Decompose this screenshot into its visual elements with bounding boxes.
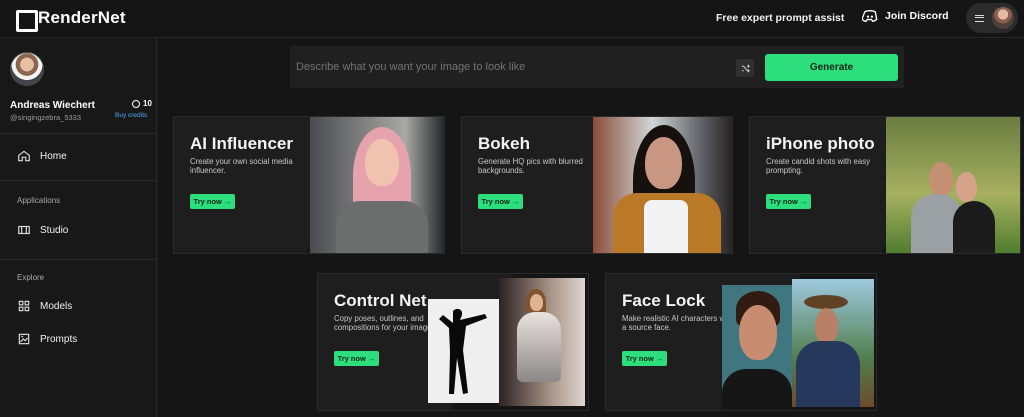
control-net-card[interactable]: Control Net Copy poses, outlines, and co… <box>317 273 589 411</box>
bokeh-face-shape <box>645 137 682 189</box>
try-now-button[interactable]: Try now → <box>766 194 811 209</box>
menu-icon <box>975 14 984 22</box>
sidebar-divider <box>0 259 157 260</box>
try-now-button[interactable]: Try now → <box>190 194 235 209</box>
models-icon <box>18 300 30 312</box>
iphone-photo-card[interactable]: iPhone photo Create candid shots with ea… <box>749 116 1021 254</box>
rendernet-logo-icon <box>16 10 38 32</box>
generate-button[interactable]: Generate <box>765 54 898 81</box>
user-menu-button[interactable] <box>966 3 1018 33</box>
sidebar-item-studio[interactable]: Studio <box>17 223 68 237</box>
buy-credits-link[interactable]: Buy credits <box>115 112 147 119</box>
card-description: Create your own social media influencer. <box>190 157 293 175</box>
bokeh-card[interactable]: Bokeh Generate HQ pics with blurred back… <box>461 116 733 254</box>
sidebar-item-label: Studio <box>40 224 69 236</box>
sidebar-divider <box>0 133 157 134</box>
face-lock-result-image <box>792 279 874 407</box>
influencer-top-shape <box>336 201 428 253</box>
sidebar-item-label: Models <box>40 300 73 312</box>
card-title: AI Influencer <box>190 134 293 153</box>
sidebar-item-label: Prompts <box>40 333 78 345</box>
card-description: Generate HQ pics with blurred background… <box>478 157 583 175</box>
credit-coin-icon <box>132 99 140 108</box>
sidebar-divider <box>0 180 157 181</box>
card-title: iPhone photo <box>766 134 875 153</box>
card-title: Face Lock <box>622 291 706 310</box>
brand-name: RenderNet <box>38 8 126 27</box>
try-now-button[interactable]: Try now → <box>622 351 667 366</box>
join-discord-link[interactable]: Join Discord <box>862 9 949 23</box>
shuffle-icon <box>741 64 750 72</box>
cowboy-jacket-shape <box>796 341 860 407</box>
source-face-image <box>722 285 792 410</box>
control-net-dancer-image <box>499 278 585 406</box>
sidebar-item-models[interactable]: Models <box>17 299 72 313</box>
dancer-face-shape <box>530 294 543 311</box>
free-expert-prompt-assist-link[interactable]: Free expert prompt assist <box>716 12 844 24</box>
card-description: Create candid shots with easy prompting. <box>766 157 871 175</box>
profile-name: Andreas Wiechert <box>10 100 95 111</box>
source-face-shape <box>739 305 777 360</box>
dancer-dress-shape <box>517 312 561 382</box>
ai-influencer-card[interactable]: AI Influencer Create your own social med… <box>173 116 445 254</box>
iphone-photo-image <box>886 117 1020 253</box>
credit-balance: 10 <box>132 99 152 108</box>
profile-handle: @singingzebra_5333 <box>10 113 81 122</box>
face-lock-card[interactable]: Face Lock Make realistic AI characters w… <box>605 273 877 411</box>
profile-avatar[interactable] <box>10 52 44 86</box>
discord-icon <box>862 9 878 23</box>
credit-count: 10 <box>143 99 152 108</box>
brand-logo[interactable]: RenderNet <box>16 8 126 32</box>
white-shirt-shape <box>644 200 688 253</box>
card-description: Make realistic AI characters with a sour… <box>622 314 734 332</box>
shuffle-button[interactable] <box>736 59 754 77</box>
bokeh-image <box>593 117 732 253</box>
woman-face-shape <box>956 172 977 202</box>
try-now-button[interactable]: Try now → <box>334 351 379 366</box>
ai-influencer-image <box>310 117 444 253</box>
avatar <box>992 7 1014 29</box>
sidebar-item-prompts[interactable]: Prompts <box>17 332 77 346</box>
sidebar: Andreas Wiechert @singingzebra_5333 10 B… <box>0 38 157 417</box>
discord-label: Join Discord <box>885 10 949 22</box>
pose-silhouette-icon <box>439 308 487 394</box>
sidebar-item-label: Home <box>40 150 67 162</box>
card-title: Bokeh <box>478 134 530 153</box>
card-title: Control Net <box>334 291 427 310</box>
influencer-face-shape <box>365 139 399 186</box>
cowboy-hat-shape <box>804 295 848 309</box>
woman-top-shape <box>953 201 995 253</box>
explore-section-label: Explore <box>17 273 45 282</box>
try-now-button[interactable]: Try now → <box>478 194 523 209</box>
man-face-shape <box>929 162 953 196</box>
source-shirt-shape <box>722 369 792 410</box>
prompts-icon <box>18 333 30 345</box>
sidebar-item-home[interactable]: Home <box>17 149 67 163</box>
prompt-input[interactable] <box>296 53 746 81</box>
home-icon <box>18 150 30 162</box>
result-face-shape <box>815 308 838 344</box>
top-navigation: RenderNet Free expert prompt assist Join… <box>0 0 1024 38</box>
pose-reference-image <box>428 299 499 403</box>
studio-icon <box>18 225 30 235</box>
applications-section-label: Applications <box>17 196 61 205</box>
